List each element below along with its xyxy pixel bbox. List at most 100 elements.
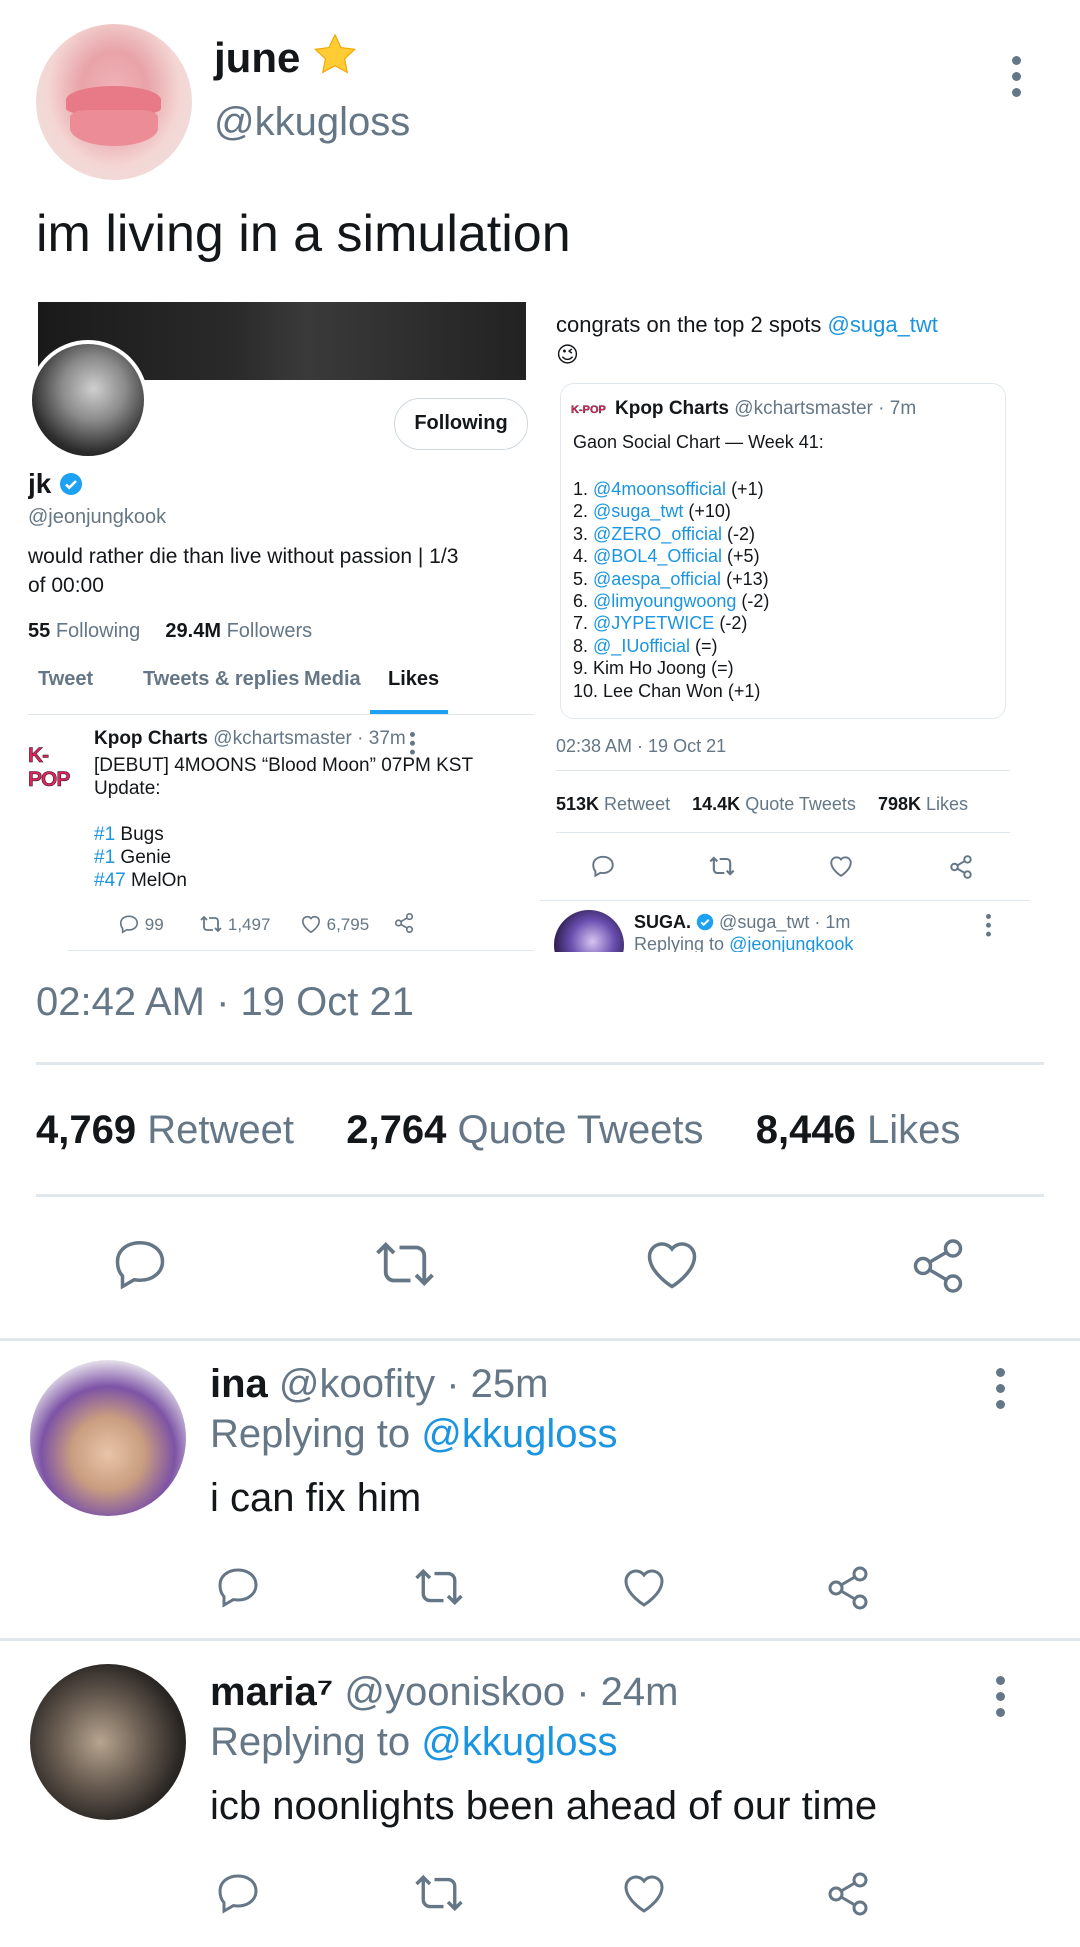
hashtag[interactable]: #1 xyxy=(94,847,115,868)
rank-number: 9. xyxy=(573,658,589,679)
tweet-timestamp[interactable]: 02:42 AM · 19 Oct 21 xyxy=(36,980,414,1025)
reply-handle-time[interactable]: @yooniskoo · 24m xyxy=(344,1670,678,1714)
reply-icon[interactable] xyxy=(590,854,616,878)
like-icon[interactable] xyxy=(620,1564,668,1610)
reply-icon[interactable] xyxy=(110,1236,170,1292)
item-text: MelOn xyxy=(130,870,187,891)
more-icon[interactable] xyxy=(996,1368,1006,1416)
reply-handle-time[interactable]: @koofity · 25m xyxy=(279,1362,549,1406)
retweet-stat[interactable]: 4,769 Retweet xyxy=(36,1108,294,1152)
tab-tweets-replies[interactable]: Tweets & replies xyxy=(143,668,299,691)
reply-icon[interactable] xyxy=(118,914,140,934)
divider xyxy=(36,1194,1044,1197)
profile-bio: would rather die than live without passi… xyxy=(28,542,458,600)
replying-to-link[interactable]: @kkugloss xyxy=(421,1720,617,1764)
ranking-mention-link[interactable]: @aespa_official xyxy=(593,569,721,589)
retweet-count: 4,769 xyxy=(36,1108,137,1152)
rank-change: (=) xyxy=(695,635,718,656)
rank-number: 10. xyxy=(573,680,599,701)
divider xyxy=(0,1638,1080,1641)
author-name-row[interactable]: june xyxy=(214,32,358,82)
like-icon[interactable] xyxy=(620,1870,668,1916)
embedded-divider xyxy=(68,950,534,951)
hashtag[interactable]: #1 xyxy=(94,824,115,845)
kpop-charts-logo: K-POP xyxy=(28,744,71,792)
reply-author[interactable]: maria⁷ xyxy=(210,1670,333,1714)
hashtag[interactable]: #47 xyxy=(94,870,126,891)
rank-change: (+5) xyxy=(727,546,760,567)
liked-tweet-item: #1 Genie xyxy=(94,846,534,869)
like-icon[interactable] xyxy=(828,854,854,878)
like-count: 6,795 xyxy=(326,915,370,934)
rank-number: 5. xyxy=(573,568,589,589)
reply-tweet[interactable]: maria⁷ @yooniskoo · 24m Replying to @kku… xyxy=(0,1642,1080,1947)
share-icon[interactable] xyxy=(908,1236,968,1296)
attached-image-left[interactable]: Following jk @jeonjungkook would rather … xyxy=(28,300,534,952)
profile-handle: @jeonjungkook xyxy=(28,506,167,528)
star-emoji-icon xyxy=(312,32,358,78)
likes-stat[interactable]: 8,446 Likes xyxy=(756,1108,961,1152)
profile-avatar[interactable] xyxy=(28,340,148,460)
quote-stat[interactable]: 2,764 Quote Tweets xyxy=(346,1108,703,1152)
reply-avatar[interactable] xyxy=(30,1664,186,1820)
reply-avatar[interactable] xyxy=(30,1360,186,1516)
ranking-mention-link[interactable]: @limyoungwoong xyxy=(593,591,736,611)
qt-divider xyxy=(556,770,1010,771)
ranking-mention-link[interactable]: @_IUofficial xyxy=(593,636,690,656)
retweet-icon[interactable] xyxy=(412,1564,466,1610)
followers-count: 29.4M xyxy=(165,620,222,642)
replying-to-link[interactable]: @kkugloss xyxy=(421,1412,617,1456)
share-icon[interactable] xyxy=(393,912,415,934)
rank-number: 4. xyxy=(573,546,589,567)
ranking-mention-link[interactable]: @suga_twt xyxy=(593,501,683,521)
more-icon[interactable] xyxy=(996,1676,1006,1724)
tab-media[interactable]: Media xyxy=(304,668,361,691)
quoted-header: Kpop Charts @kchartsmaster · 7m xyxy=(615,398,916,420)
profile-follow-stats[interactable]: 55 Following 29.4M Followers xyxy=(28,620,312,643)
share-icon[interactable] xyxy=(948,854,974,880)
author-handle[interactable]: @kkugloss xyxy=(214,100,410,145)
reply-icon[interactable] xyxy=(214,1870,262,1916)
tab-likes[interactable]: Likes xyxy=(388,668,439,691)
reply-author: SUGA. xyxy=(634,912,692,932)
replying-to-link[interactable]: @jeonjungkook xyxy=(729,934,853,952)
ranking-mention-link[interactable]: @BOL4_Official xyxy=(593,546,722,566)
qt-like-count: 798K xyxy=(877,794,921,814)
quote-label: Quote Tweets xyxy=(457,1108,704,1152)
mention-link[interactable]: @suga_twt xyxy=(828,312,938,337)
rank-change: (-2) xyxy=(741,591,770,612)
retweet-icon[interactable] xyxy=(412,1870,466,1916)
tab-tweet[interactable]: Tweet xyxy=(38,668,93,691)
qt-reply-preview[interactable]: SUGA. @suga_twt · 1m Replying to @jeonju… xyxy=(540,904,1030,952)
quoted-tweet-card[interactable]: K-POP Kpop Charts @kchartsmaster · 7m Ga… xyxy=(560,383,1006,719)
share-icon[interactable] xyxy=(824,1870,872,1918)
retweet-icon[interactable] xyxy=(199,914,223,934)
like-icon[interactable] xyxy=(300,914,322,934)
author-display-name[interactable]: june xyxy=(214,34,300,81)
ranking-mention-link[interactable]: @4moonsofficial xyxy=(593,479,726,499)
retweet-icon[interactable] xyxy=(372,1236,438,1292)
qt-retweet-count: 513K xyxy=(556,794,600,814)
quoted-title: Gaon Social Chart — Week 41: xyxy=(573,432,824,452)
reply-tweet[interactable]: ina @koofity · 25m Replying to @kkugloss… xyxy=(0,1342,1080,1638)
share-icon[interactable] xyxy=(824,1564,872,1612)
replying-prefix: Replying to xyxy=(210,1720,411,1764)
qt-text: congrats on the top 2 spots xyxy=(556,312,822,337)
qt-stats: 513K Retweet 14.4K Quote Tweets 798K Lik… xyxy=(556,794,968,815)
author-avatar[interactable] xyxy=(36,24,192,180)
quoted-rankings: 1. @4moonsofficial (+1) 2. @suga_twt (+10… xyxy=(573,478,769,702)
more-icon[interactable] xyxy=(986,914,992,940)
ranking-mention-link[interactable]: @JYPETWICE xyxy=(593,613,714,633)
reply-author[interactable]: ina xyxy=(210,1362,268,1406)
rank-number: 8. xyxy=(573,635,589,656)
like-icon[interactable] xyxy=(642,1236,702,1292)
reply-icon[interactable] xyxy=(214,1564,262,1610)
ranking-row: 3. @ZERO_official (-2) xyxy=(573,523,769,545)
more-icon[interactable] xyxy=(1012,56,1022,104)
ranking-row: 4. @BOL4_Official (+5) xyxy=(573,545,769,567)
following-button[interactable]: Following xyxy=(394,398,528,450)
retweet-icon[interactable] xyxy=(708,854,736,878)
tab-divider xyxy=(28,714,534,715)
ranking-mention-link[interactable]: @ZERO_official xyxy=(593,524,722,544)
suga-avatar[interactable] xyxy=(554,910,624,952)
